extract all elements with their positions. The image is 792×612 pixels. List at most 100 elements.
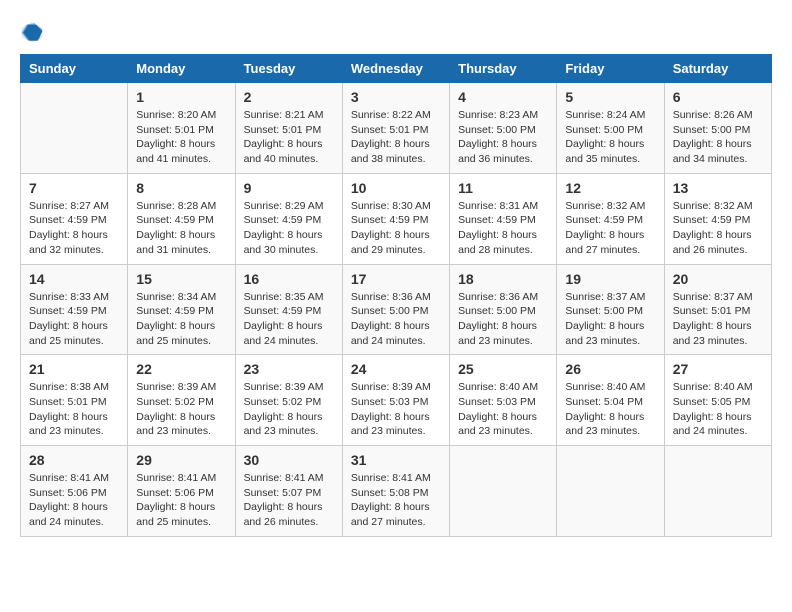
day-number: 1 [136,89,226,105]
column-header-monday: Monday [128,55,235,83]
column-header-friday: Friday [557,55,664,83]
day-info: Sunrise: 8:39 AM Sunset: 5:02 PM Dayligh… [244,380,334,439]
day-number: 17 [351,271,441,287]
column-header-tuesday: Tuesday [235,55,342,83]
calendar-cell: 15 Sunrise: 8:34 AM Sunset: 4:59 PM Dayli… [128,264,235,355]
day-info: Sunrise: 8:40 AM Sunset: 5:05 PM Dayligh… [673,380,763,439]
day-number: 12 [565,180,655,196]
calendar-cell: 26Sunrise: 8:40 AM Sunset: 5:04 PM Dayli… [557,355,664,446]
column-header-saturday: Saturday [664,55,771,83]
calendar-cell: 3 Sunrise: 8:22 AM Sunset: 5:01 PM Daylig… [342,83,449,174]
calendar-cell: 20 Sunrise: 8:37 AM Sunset: 5:01 PM Dayli… [664,264,771,355]
calendar-cell: 30Sunrise: 8:41 AM Sunset: 5:07 PM Dayli… [235,446,342,537]
day-number: 3 [351,89,441,105]
column-header-sunday: Sunday [21,55,128,83]
day-number: 13 [673,180,763,196]
day-number: 9 [244,180,334,196]
calendar-cell [450,446,557,537]
day-info: Sunrise: 8:20 AM Sunset: 5:01 PM Dayligh… [136,108,226,167]
calendar-cell: 13 Sunrise: 8:32 AM Sunset: 4:59 PM Dayli… [664,173,771,264]
day-info: Sunrise: 8:37 AM Sunset: 5:01 PM Dayligh… [673,290,763,349]
day-info: Sunrise: 8:22 AM Sunset: 5:01 PM Dayligh… [351,108,441,167]
page-header [20,20,772,44]
calendar-cell: 27 Sunrise: 8:40 AM Sunset: 5:05 PM Dayli… [664,355,771,446]
calendar-cell: 18 Sunrise: 8:36 AM Sunset: 5:00 PM Dayli… [450,264,557,355]
day-number: 21 [29,361,119,377]
day-info: Sunrise: 8:27 AM Sunset: 4:59 PM Dayligh… [29,199,119,258]
calendar-cell: 21 Sunrise: 8:38 AM Sunset: 5:01 PM Dayli… [21,355,128,446]
day-number: 4 [458,89,548,105]
calendar-cell [557,446,664,537]
calendar-cell: 9Sunrise: 8:29 AM Sunset: 4:59 PM Daylig… [235,173,342,264]
calendar-cell: 8Sunrise: 8:28 AM Sunset: 4:59 PM Daylig… [128,173,235,264]
day-info: Sunrise: 8:39 AM Sunset: 5:02 PM Dayligh… [136,380,226,439]
day-info: Sunrise: 8:36 AM Sunset: 5:00 PM Dayligh… [458,290,548,349]
day-info: Sunrise: 8:31 AM Sunset: 4:59 PM Dayligh… [458,199,548,258]
calendar-cell: 5Sunrise: 8:24 AM Sunset: 5:00 PM Daylig… [557,83,664,174]
day-info: Sunrise: 8:21 AM Sunset: 5:01 PM Dayligh… [244,108,334,167]
calendar-cell: 14 Sunrise: 8:33 AM Sunset: 4:59 PM Dayli… [21,264,128,355]
calendar-week-4: 21 Sunrise: 8:38 AM Sunset: 5:01 PM Dayli… [21,355,772,446]
calendar-cell: 17 Sunrise: 8:36 AM Sunset: 5:00 PM Dayli… [342,264,449,355]
calendar-cell: 2 Sunrise: 8:21 AM Sunset: 5:01 PM Daylig… [235,83,342,174]
calendar-cell: 19 Sunrise: 8:37 AM Sunset: 5:00 PM Dayli… [557,264,664,355]
column-header-thursday: Thursday [450,55,557,83]
calendar-cell: 22 Sunrise: 8:39 AM Sunset: 5:02 PM Dayli… [128,355,235,446]
calendar-week-2: 7 Sunrise: 8:27 AM Sunset: 4:59 PM Daylig… [21,173,772,264]
day-info: Sunrise: 8:24 AM Sunset: 5:00 PM Dayligh… [565,108,655,167]
calendar-cell: 12Sunrise: 8:32 AM Sunset: 4:59 PM Dayli… [557,173,664,264]
calendar-week-5: 28 Sunrise: 8:41 AM Sunset: 5:06 PM Dayli… [21,446,772,537]
day-number: 15 [136,271,226,287]
day-number: 19 [565,271,655,287]
calendar-table: SundayMondayTuesdayWednesdayThursdayFrid… [20,54,772,537]
day-info: Sunrise: 8:30 AM Sunset: 4:59 PM Dayligh… [351,199,441,258]
calendar-cell [21,83,128,174]
day-number: 7 [29,180,119,196]
day-info: Sunrise: 8:41 AM Sunset: 5:06 PM Dayligh… [136,471,226,530]
day-number: 2 [244,89,334,105]
day-info: Sunrise: 8:41 AM Sunset: 5:06 PM Dayligh… [29,471,119,530]
calendar-cell: 10 Sunrise: 8:30 AM Sunset: 4:59 PM Dayli… [342,173,449,264]
logo-icon [20,20,44,44]
day-info: Sunrise: 8:39 AM Sunset: 5:03 PM Dayligh… [351,380,441,439]
calendar-cell: 25Sunrise: 8:40 AM Sunset: 5:03 PM Dayli… [450,355,557,446]
calendar-cell: 6Sunrise: 8:26 AM Sunset: 5:00 PM Daylig… [664,83,771,174]
day-info: Sunrise: 8:40 AM Sunset: 5:04 PM Dayligh… [565,380,655,439]
calendar-cell: 7 Sunrise: 8:27 AM Sunset: 4:59 PM Daylig… [21,173,128,264]
day-number: 10 [351,180,441,196]
calendar-week-3: 14 Sunrise: 8:33 AM Sunset: 4:59 PM Dayli… [21,264,772,355]
day-info: Sunrise: 8:32 AM Sunset: 4:59 PM Dayligh… [673,199,763,258]
column-header-wednesday: Wednesday [342,55,449,83]
day-number: 8 [136,180,226,196]
calendar-cell: 24Sunrise: 8:39 AM Sunset: 5:03 PM Dayli… [342,355,449,446]
day-number: 18 [458,271,548,287]
day-number: 31 [351,452,441,468]
calendar-cell: 23Sunrise: 8:39 AM Sunset: 5:02 PM Dayli… [235,355,342,446]
calendar-cell [664,446,771,537]
day-number: 20 [673,271,763,287]
calendar-cell: 11 Sunrise: 8:31 AM Sunset: 4:59 PM Dayli… [450,173,557,264]
day-info: Sunrise: 8:40 AM Sunset: 5:03 PM Dayligh… [458,380,548,439]
calendar-cell: 29 Sunrise: 8:41 AM Sunset: 5:06 PM Dayli… [128,446,235,537]
day-info: Sunrise: 8:37 AM Sunset: 5:00 PM Dayligh… [565,290,655,349]
day-number: 29 [136,452,226,468]
logo [20,20,48,44]
calendar-cell: 4 Sunrise: 8:23 AM Sunset: 5:00 PM Daylig… [450,83,557,174]
day-number: 28 [29,452,119,468]
day-info: Sunrise: 8:36 AM Sunset: 5:00 PM Dayligh… [351,290,441,349]
day-number: 30 [244,452,334,468]
day-number: 16 [244,271,334,287]
day-info: Sunrise: 8:38 AM Sunset: 5:01 PM Dayligh… [29,380,119,439]
calendar-header-row: SundayMondayTuesdayWednesdayThursdayFrid… [21,55,772,83]
day-number: 22 [136,361,226,377]
calendar-cell: 28 Sunrise: 8:41 AM Sunset: 5:06 PM Dayli… [21,446,128,537]
day-number: 14 [29,271,119,287]
calendar-cell: 31 Sunrise: 8:41 AM Sunset: 5:08 PM Dayli… [342,446,449,537]
calendar-week-1: 1 Sunrise: 8:20 AM Sunset: 5:01 PM Daylig… [21,83,772,174]
day-info: Sunrise: 8:34 AM Sunset: 4:59 PM Dayligh… [136,290,226,349]
day-info: Sunrise: 8:41 AM Sunset: 5:08 PM Dayligh… [351,471,441,530]
day-info: Sunrise: 8:23 AM Sunset: 5:00 PM Dayligh… [458,108,548,167]
day-info: Sunrise: 8:33 AM Sunset: 4:59 PM Dayligh… [29,290,119,349]
day-number: 11 [458,180,548,196]
day-number: 27 [673,361,763,377]
